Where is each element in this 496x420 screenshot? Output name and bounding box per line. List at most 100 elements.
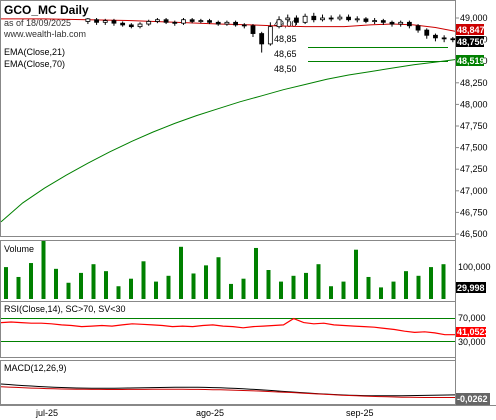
- candle-body: [294, 17, 299, 23]
- candle-body: [102, 20, 108, 23]
- candle-body: [328, 17, 334, 20]
- level-label-48500: 48,50: [274, 64, 297, 74]
- candle-body: [398, 21, 404, 25]
- volume-bar: [16, 276, 21, 299]
- candle-body: [146, 21, 152, 25]
- volume-bar: [104, 271, 108, 299]
- candle-body: [285, 17, 291, 21]
- candle-body: [259, 33, 265, 45]
- close-value: 48,750: [457, 37, 485, 47]
- volume-bar: [154, 281, 158, 299]
- volume-bar: [91, 264, 96, 299]
- candle-body: [241, 24, 247, 27]
- price-axis-label: 46,500: [460, 229, 488, 239]
- site-url: www.wealth-lab.com: [3, 29, 86, 39]
- macd-panel: [0, 360, 456, 405]
- rsi-axis-70000: 70,000: [458, 313, 486, 323]
- volume-bar: [266, 270, 271, 299]
- volume-axis-100000: 100,000: [458, 262, 491, 272]
- volume-bar: [329, 286, 333, 299]
- volume-bar: [366, 276, 371, 299]
- volume-bar: [416, 275, 421, 299]
- volume-label: Volume: [4, 244, 34, 254]
- volume-bar: [391, 281, 396, 299]
- candle-body: [441, 37, 447, 40]
- candle-body: [224, 21, 230, 25]
- candle-body: [163, 19, 169, 23]
- candle-body: [189, 19, 195, 22]
- candle-body: [111, 20, 117, 24]
- candle-body: [337, 16, 343, 20]
- volume-bar: [379, 287, 383, 299]
- volume-bar: [241, 278, 246, 299]
- candle-body: [172, 21, 178, 24]
- volume-bar: [129, 278, 133, 299]
- candle-body: [215, 21, 221, 25]
- candle-body: [415, 25, 421, 31]
- volume-bar: [229, 283, 233, 299]
- candle-body: [372, 20, 378, 22]
- volume-bar: [341, 281, 346, 299]
- candle-body: [94, 19, 99, 23]
- price-axis-label: 47,750: [460, 121, 488, 131]
- volume-bar: [429, 267, 433, 299]
- volume-bar: [166, 275, 171, 299]
- candle-body: [128, 24, 134, 28]
- ema21-label: EMA(Close,21): [4, 47, 65, 57]
- x-tick-jul: jul-25: [35, 408, 58, 418]
- volume-bar: [4, 267, 8, 299]
- candle-body: [380, 20, 386, 23]
- chart-title: GCO_MC Daily: [4, 3, 89, 17]
- volume-bar: [316, 264, 321, 299]
- price-axis-label: 48,000: [460, 99, 488, 109]
- rsi-value: 41,0523: [457, 327, 490, 337]
- candle-body: [137, 23, 143, 28]
- candle-body: [276, 19, 282, 28]
- volume-bar: [41, 241, 46, 299]
- candle-body: [207, 20, 212, 23]
- volume-bar: [279, 281, 283, 299]
- candle-body: [346, 16, 351, 21]
- ema21-value: 48,847: [457, 25, 485, 35]
- volume-bar: [66, 282, 71, 299]
- candle-body: [424, 29, 430, 36]
- level-label-48850: 48,85: [274, 34, 297, 44]
- candle-body: [406, 21, 412, 27]
- volume-bar: [54, 268, 58, 299]
- volume-bar: [191, 273, 196, 299]
- price-axis-label: 48,250: [460, 78, 488, 88]
- candle-body: [389, 21, 395, 25]
- candle-body: [250, 25, 256, 34]
- level-label-48650: 48,65: [274, 49, 297, 59]
- candle-body: [181, 19, 186, 24]
- volume-bar: [179, 246, 183, 299]
- candle-body: [233, 21, 239, 26]
- price-axis-label: 47,250: [460, 164, 488, 174]
- candle-body: [363, 18, 369, 22]
- volume-bar: [141, 261, 146, 299]
- candle-body: [267, 26, 273, 45]
- volume-bar: [304, 272, 308, 299]
- price-axis-label: 49,000: [460, 13, 488, 23]
- ema70-value: 48,519: [457, 56, 485, 66]
- candle-body: [198, 20, 204, 22]
- x-tick-sep: sep-25: [346, 408, 374, 418]
- candle-body: [302, 15, 308, 23]
- price-axis-label: 47,500: [460, 143, 488, 153]
- candle-body: [311, 15, 317, 21]
- candle-body: [85, 18, 91, 22]
- candle-body: [354, 18, 360, 21]
- candle-body: [450, 38, 456, 41]
- volume-bar: [404, 271, 408, 299]
- volume-bar: [254, 247, 258, 299]
- ema70-label: EMA(Close,70): [4, 59, 65, 69]
- macd-value: -0,0262: [457, 394, 488, 404]
- x-tick-ago: ago-25: [196, 408, 224, 418]
- volume-bar: [216, 257, 221, 299]
- volume-bar: [204, 265, 208, 299]
- volume-bar: [354, 249, 358, 299]
- volume-value: 29,998: [457, 283, 485, 293]
- volume-bar: [291, 275, 296, 299]
- rsi-axis-30000: 30,000: [458, 337, 486, 347]
- candle-body: [120, 22, 126, 26]
